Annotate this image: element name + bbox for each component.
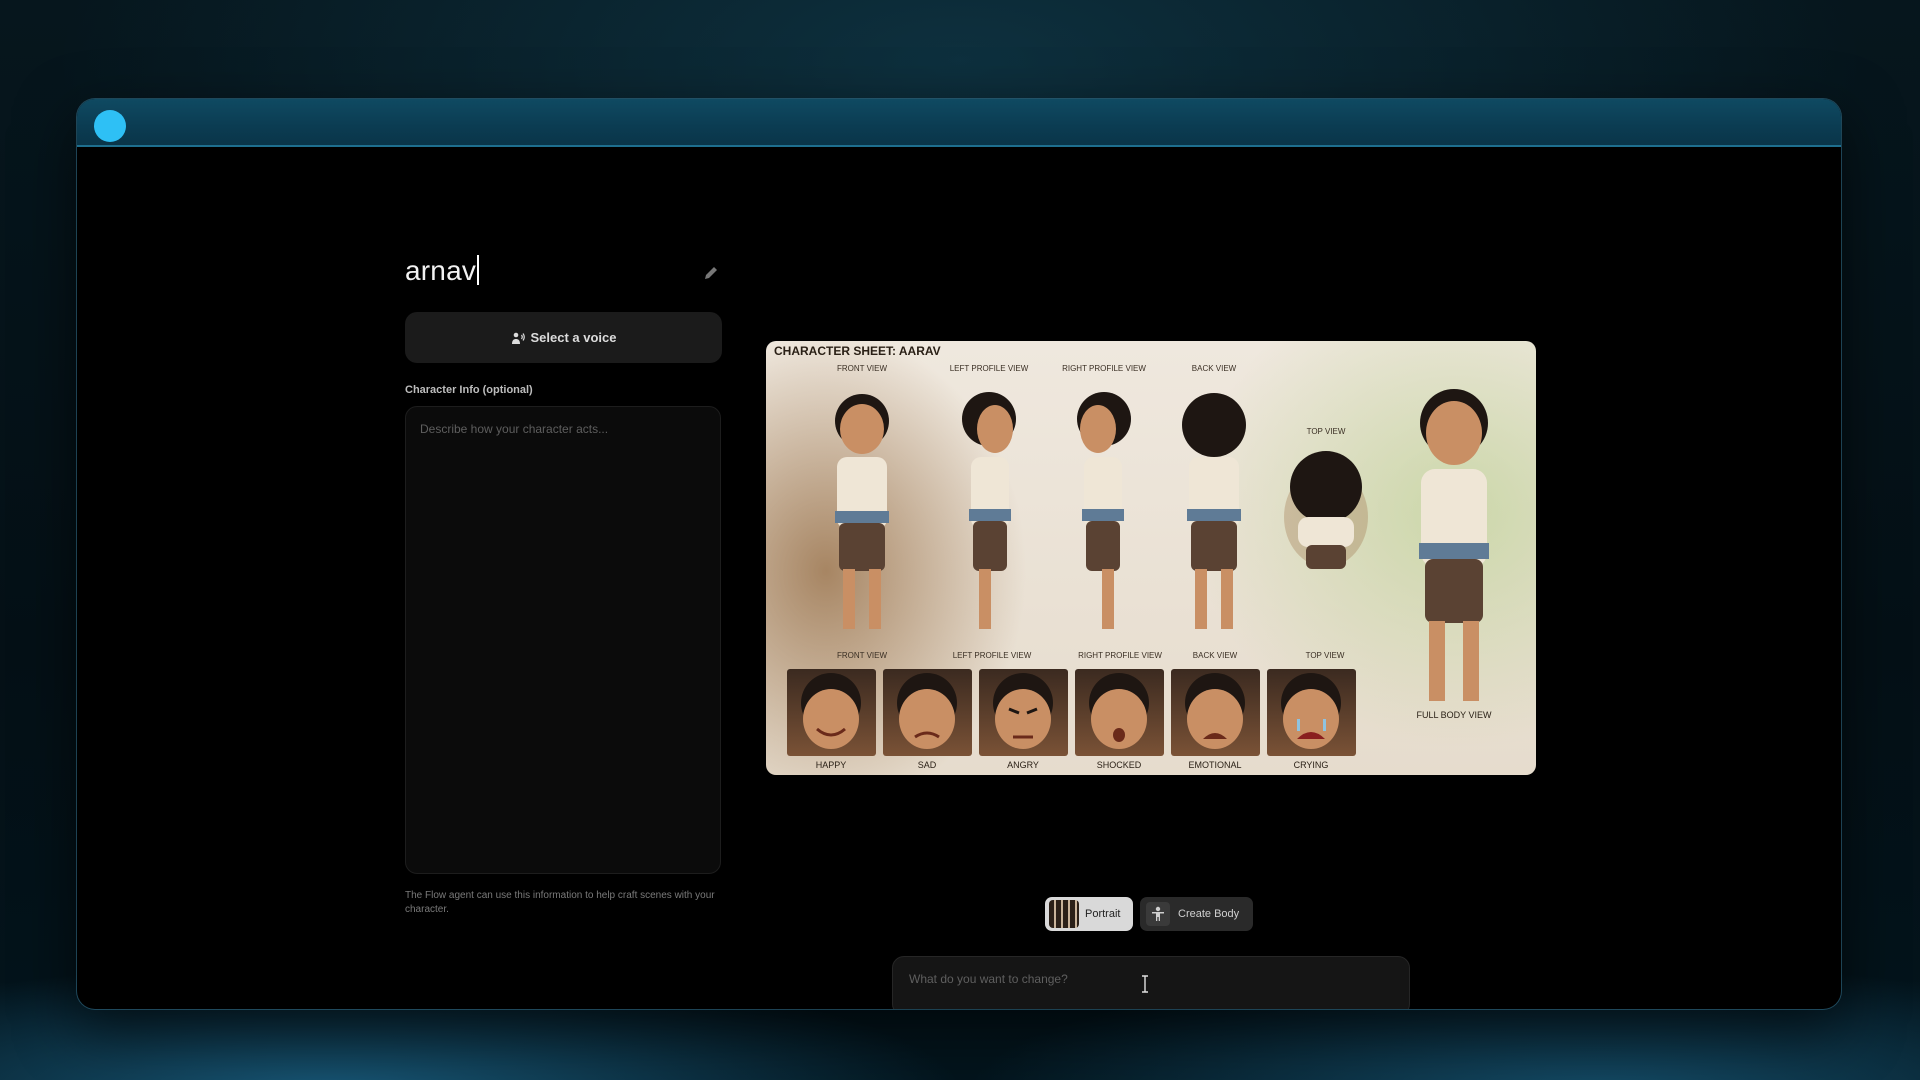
bottom-view-label: BACK VIEW — [1192, 651, 1238, 660]
change-prompt-placeholder: What do you want to change? — [909, 972, 1068, 986]
sheet-title: CHARACTER SHEET: AARAV — [774, 344, 941, 358]
top-view-label: LEFT PROFILE VIEW — [949, 364, 1029, 373]
character-info-label: Character Info (optional) — [405, 384, 533, 396]
figure-right-profile-view — [1077, 392, 1131, 629]
app-window: arnav Select a voice Character Info (opt… — [77, 99, 1841, 1009]
expression-label: EMOTIONAL — [1188, 760, 1242, 770]
change-prompt-input[interactable]: What do you want to change? — [892, 956, 1410, 1009]
character-info-placeholder: Describe how your character acts... — [420, 422, 609, 436]
top-view-label: FRONT VIEW — [836, 364, 888, 373]
expression-emotional-thumbnail — [1171, 669, 1260, 756]
select-voice-label: Select a voice — [530, 330, 617, 345]
bottom-view-label: RIGHT PROFILE VIEW — [1078, 651, 1162, 660]
window-status-dot[interactable] — [94, 110, 126, 142]
full-body-view-label: FULL BODY VIEW — [1416, 710, 1492, 720]
top-view-label: BACK VIEW — [1191, 364, 1237, 373]
character-info-note: The Flow agent can use this information … — [405, 890, 715, 915]
figure-left-profile-view — [962, 392, 1016, 629]
portrait-label: Portrait — [1085, 908, 1121, 920]
portrait-thumbnail-icon — [1049, 900, 1079, 928]
portrait-button[interactable]: Portrait — [1045, 897, 1133, 931]
create-body-button[interactable]: Create Body — [1140, 897, 1253, 931]
bottom-view-label: LEFT PROFILE VIEW — [952, 651, 1032, 660]
create-body-label: Create Body — [1178, 908, 1240, 920]
expression-label: CRYING — [1293, 760, 1329, 770]
expression-label: HAPPY — [815, 760, 847, 770]
bottom-view-label: TOP VIEW — [1305, 651, 1345, 660]
expression-crying-thumbnail — [1267, 669, 1356, 756]
expression-sad-thumbnail — [883, 669, 972, 756]
body-figure-icon — [1146, 902, 1170, 926]
bottom-view-label: FRONT VIEW — [836, 651, 888, 660]
expression-label: SAD — [917, 760, 937, 770]
voice-icon — [511, 332, 525, 344]
figure-back-view — [1182, 393, 1246, 629]
expression-happy-thumbnail — [787, 669, 876, 756]
window-titlebar — [77, 99, 1841, 147]
figure-top-view — [1284, 451, 1368, 569]
top-view-label: TOP VIEW — [1306, 427, 1346, 436]
text-cursor-icon — [1142, 975, 1148, 993]
figure-front-view — [835, 394, 889, 629]
figure-full-body-view — [1419, 389, 1489, 701]
expression-angry-thumbnail — [979, 669, 1068, 756]
select-voice-button[interactable]: Select a voice — [405, 312, 722, 363]
pencil-icon[interactable] — [703, 265, 719, 281]
character-sheet-image: CHARACTER SHEET: AARAV FRONT VIEW LEFT P… — [766, 341, 1536, 775]
character-info-textarea[interactable]: Describe how your character acts... — [405, 406, 721, 874]
expression-label: ANGRY — [1007, 760, 1039, 770]
top-view-label: RIGHT PROFILE VIEW — [1062, 364, 1146, 373]
expression-shocked-thumbnail — [1075, 669, 1164, 756]
text-caret — [477, 255, 480, 285]
expression-label: SHOCKED — [1096, 760, 1142, 770]
character-name-text: arnav — [405, 255, 477, 286]
character-name-field[interactable]: arnav — [405, 255, 480, 287]
